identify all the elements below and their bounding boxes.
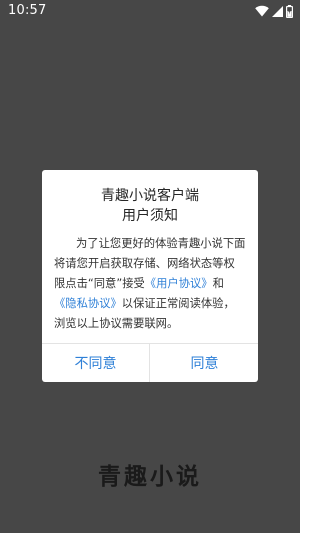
status-bar: 10:57 [0, 0, 300, 22]
status-icons [255, 4, 293, 18]
app-screen: 10:57 青趣小说客户端 用户须知 为了让您更好的体验青趣小说下面将请您开启获… [0, 0, 300, 533]
user-agreement-link[interactable]: 《用户协议》 [145, 277, 213, 290]
battery-icon [286, 4, 293, 18]
dialog-subtitle: 用户须知 [122, 208, 178, 224]
agree-button[interactable]: 同意 [151, 344, 258, 382]
user-notice-dialog: 青趣小说客户端 用户须知 为了让您更好的体验青趣小说下面将请您开启获取存储、网络… [42, 170, 258, 382]
wifi-icon [255, 5, 269, 17]
app-logo: 青趣小说 [98, 464, 202, 490]
disagree-button[interactable]: 不同意 [42, 344, 149, 382]
signal-icon [272, 5, 283, 17]
dialog-body-connector: 和 [212, 277, 224, 290]
privacy-agreement-link[interactable]: 《隐私协议》 [54, 297, 122, 310]
dialog-title: 青趣小说客户端 [101, 188, 199, 204]
dialog-body: 为了让您更好的体验青趣小说下面将请您开启获取存储、网络状态等权限点击“同意”接受… [54, 234, 246, 334]
button-divider [149, 344, 150, 382]
status-time: 10:57 [8, 3, 47, 18]
